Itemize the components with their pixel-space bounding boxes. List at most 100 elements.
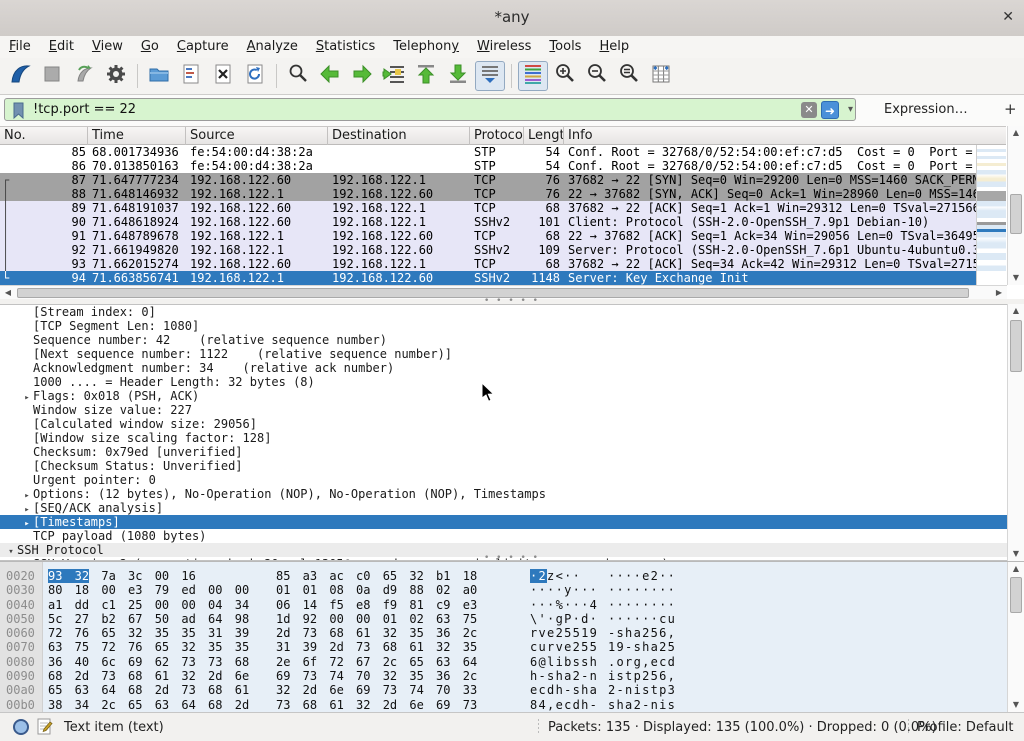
- detail-line[interactable]: [Next sequence number: 1122 (relative se…: [0, 347, 1024, 361]
- detail-line[interactable]: [Stream index: 0]: [0, 305, 1024, 319]
- restart-capture-button[interactable]: [69, 61, 99, 91]
- packet-row-87[interactable]: ┌8771.647777234192.168.122.60192.168.122…: [0, 173, 976, 187]
- detail-line-timestamps-selected[interactable]: ▸[Timestamps]: [0, 515, 1024, 529]
- zoom-out-button[interactable]: [582, 61, 612, 91]
- detail-line-options[interactable]: ▸Options: (12 bytes), No-Operation (NOP)…: [0, 487, 1024, 501]
- close-icon[interactable]: ✕: [1002, 9, 1014, 25]
- start-capture-button[interactable]: [5, 61, 35, 91]
- scroll-up-icon[interactable]: ▲: [1008, 562, 1024, 576]
- zoom-in-button[interactable]: [550, 61, 580, 91]
- scroll-up-icon[interactable]: ▲: [1008, 304, 1024, 318]
- packet-row-92[interactable]: │9271.661949820192.168.122.1192.168.122.…: [0, 243, 976, 257]
- scrollbar-thumb[interactable]: [1010, 320, 1022, 372]
- scroll-down-icon[interactable]: ▼: [1008, 698, 1024, 712]
- hex-row[interactable]: 0020c0 a8 7a 3c 00 16 93 3285 a3 ac c0 6…: [0, 569, 1007, 583]
- hex-row[interactable]: 00b038 34 2c 65 63 64 68 2d73 68 61 32 2…: [0, 698, 1007, 712]
- column-header-protocol[interactable]: Protocol: [470, 127, 524, 145]
- hex-row[interactable]: 0040a1 dd c1 25 00 00 04 3406 14 f5 e8 f…: [0, 598, 1007, 612]
- find-packet-button[interactable]: [283, 61, 313, 91]
- packet-list-vertical-scrollbar[interactable]: ▲ ▼: [1007, 126, 1024, 285]
- zoom-100-button[interactable]: [614, 61, 644, 91]
- hex-row[interactable]: 00a065 63 64 68 2d 73 68 6132 2d 6e 69 7…: [0, 683, 1007, 697]
- save-file-button[interactable]: [176, 61, 206, 91]
- scrollbar-thumb[interactable]: [1010, 194, 1022, 234]
- menu-telephony[interactable]: Telephony: [384, 36, 468, 58]
- detail-line[interactable]: Window size value: 227: [0, 403, 1024, 417]
- packet-row-90[interactable]: │9071.648618924192.168.122.60192.168.122…: [0, 215, 976, 229]
- detail-line[interactable]: Acknowledgment number: 34 (relative ack …: [0, 361, 1024, 375]
- column-header-destination[interactable]: Destination: [328, 127, 470, 145]
- menu-capture[interactable]: Capture: [168, 36, 238, 58]
- go-to-packet-button[interactable]: [379, 61, 409, 91]
- packet-row-94-selected[interactable]: └9471.663856741192.168.122.1192.168.122.…: [0, 271, 976, 285]
- auto-scroll-toggle[interactable]: [475, 61, 505, 91]
- hex-vertical-scrollbar[interactable]: ▲ ▼: [1007, 562, 1024, 712]
- scrollbar-thumb[interactable]: [1010, 577, 1022, 613]
- menu-go[interactable]: Go: [132, 36, 168, 58]
- go-to-top-button[interactable]: [411, 61, 441, 91]
- column-header-info[interactable]: Info: [564, 127, 1006, 145]
- filter-clear-icon[interactable]: ✕: [801, 102, 817, 118]
- detail-line[interactable]: Checksum: 0x79ed [unverified]: [0, 445, 1024, 459]
- packet-row-89[interactable]: │8971.648191037192.168.122.60192.168.122…: [0, 201, 976, 215]
- packet-row-91[interactable]: │9171.648789678192.168.122.1192.168.122.…: [0, 229, 976, 243]
- hex-row[interactable]: 008036 40 6c 69 62 73 73 682e 6f 72 67 2…: [0, 655, 1007, 669]
- close-file-button[interactable]: [208, 61, 238, 91]
- add-filter-button[interactable]: +: [1004, 100, 1017, 118]
- status-profile[interactable]: Profile: Default: [917, 720, 1013, 735]
- detail-line-payload[interactable]: TCP payload (1080 bytes): [0, 529, 1024, 543]
- capture-comment-icon[interactable]: [36, 718, 54, 740]
- intelligent-scrollbar-minimap[interactable]: [976, 145, 1006, 285]
- column-header-no[interactable]: No.: [0, 127, 88, 145]
- scroll-right-icon[interactable]: ▶: [991, 286, 1007, 300]
- scroll-up-icon[interactable]: ▲: [1008, 126, 1024, 140]
- colorize-toggle[interactable]: [518, 61, 548, 91]
- column-header-length[interactable]: Length: [524, 127, 564, 145]
- hex-row[interactable]: 009068 2d 73 68 61 32 2d 6e69 73 74 70 3…: [0, 669, 1007, 683]
- expression-button[interactable]: Expression…: [884, 102, 968, 117]
- go-back-button[interactable]: [315, 61, 345, 91]
- detail-line[interactable]: Sequence number: 42 (relative sequence n…: [0, 333, 1024, 347]
- stop-capture-button[interactable]: [37, 61, 67, 91]
- detail-line-seq-ack[interactable]: ▸[SEQ/ACK analysis]: [0, 501, 1024, 515]
- packet-row-85[interactable]: 8568.001734936fe:54:00:d4:38:2aSTP54Conf…: [0, 145, 976, 159]
- capture-options-button[interactable]: [101, 61, 131, 91]
- hex-row[interactable]: 003080 18 00 e3 79 ed 00 0001 01 08 0a d…: [0, 583, 1007, 597]
- hex-row[interactable]: 007063 75 72 76 65 32 35 3531 39 2d 73 6…: [0, 640, 1007, 654]
- detail-line[interactable]: 1000 .... = Header Length: 32 bytes (8): [0, 375, 1024, 389]
- detail-line[interactable]: [Calculated window size: 29056]: [0, 417, 1024, 431]
- go-to-bottom-button[interactable]: [443, 61, 473, 91]
- packet-row-86[interactable]: 8670.013850163fe:54:00:d4:38:2aSTP54Conf…: [0, 159, 976, 173]
- menu-statistics[interactable]: Statistics: [307, 36, 384, 58]
- open-file-button[interactable]: [144, 61, 174, 91]
- expert-info-icon[interactable]: [12, 718, 30, 740]
- column-header-source[interactable]: Source: [186, 127, 328, 145]
- menu-edit[interactable]: Edit: [40, 36, 83, 58]
- go-forward-button[interactable]: [347, 61, 377, 91]
- column-header-time[interactable]: Time: [88, 127, 186, 145]
- detail-line-flags[interactable]: ▸Flags: 0x018 (PSH, ACK): [0, 389, 1024, 403]
- menu-view[interactable]: View: [83, 36, 132, 58]
- menu-tools[interactable]: Tools: [540, 36, 590, 58]
- detail-line[interactable]: [TCP Segment Len: 1080]: [0, 319, 1024, 333]
- hex-row[interactable]: 00505c 27 b2 67 50 ad 64 981d 92 00 00 0…: [0, 612, 1007, 626]
- menu-analyze[interactable]: Analyze: [238, 36, 307, 58]
- display-filter-input[interactable]: !tcp.port == 22 ✕ ➜ ▾: [4, 98, 856, 121]
- detail-line[interactable]: Urgent pointer: 0: [0, 473, 1024, 487]
- hex-row[interactable]: 006072 76 65 32 35 35 31 392d 73 68 61 3…: [0, 626, 1007, 640]
- detail-line[interactable]: [Checksum Status: Unverified]: [0, 459, 1024, 473]
- filter-apply-icon[interactable]: ➜: [821, 101, 839, 119]
- scroll-down-icon[interactable]: ▼: [1008, 271, 1024, 285]
- menu-file[interactable]: File: [0, 36, 40, 58]
- menu-wireless[interactable]: Wireless: [468, 36, 540, 58]
- resize-columns-button[interactable]: [646, 61, 676, 91]
- filter-dropdown-icon[interactable]: ▾: [848, 104, 853, 115]
- details-vertical-scrollbar[interactable]: ▲ ▼: [1007, 304, 1024, 561]
- reload-file-button[interactable]: [240, 61, 270, 91]
- packet-row-88[interactable]: │8871.648146932192.168.122.1192.168.122.…: [0, 187, 976, 201]
- menu-help[interactable]: Help: [590, 36, 638, 58]
- detail-line[interactable]: [Window size scaling factor: 128]: [0, 431, 1024, 445]
- filter-bookmark-icon[interactable]: [9, 101, 29, 125]
- packet-row-93[interactable]: │9371.662015274192.168.122.60192.168.122…: [0, 257, 976, 271]
- scroll-left-icon[interactable]: ◀: [0, 286, 16, 300]
